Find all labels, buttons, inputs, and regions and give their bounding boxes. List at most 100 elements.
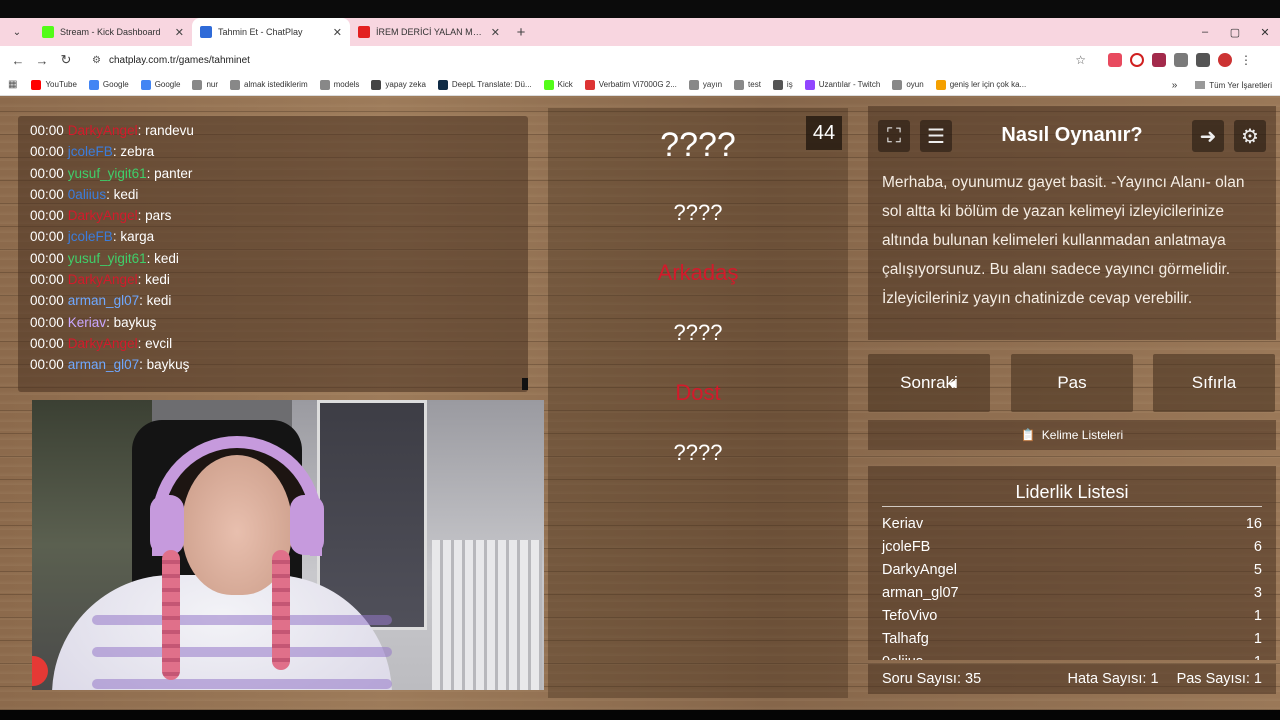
bookmark-item[interactable]: Google bbox=[88, 79, 129, 90]
tab-close-icon[interactable]: ✕ bbox=[491, 26, 500, 39]
bookmark-item[interactable]: oyun bbox=[892, 79, 924, 90]
how-to-play-panel: ⛶ ☰ Nasıl Oynanır? ➜ ⚙ Merhaba, oyunumuz… bbox=[868, 106, 1276, 340]
browser-tab[interactable]: Tahmin Et - ChatPlay ✕ bbox=[192, 18, 350, 46]
browser-tab[interactable]: İREM DERİCİ YALAN MAKİNESİ ✕ bbox=[350, 18, 508, 46]
leaderboard-name: Talhafg bbox=[882, 631, 929, 647]
bookmark-label: Google bbox=[154, 80, 181, 89]
document-icon[interactable]: ☰ bbox=[920, 120, 952, 152]
window-controls: – ▢ ✕ bbox=[1190, 18, 1280, 46]
word-lists-button[interactable]: 📋 Kelime Listeleri bbox=[868, 420, 1276, 450]
bookmark-icon bbox=[140, 79, 151, 90]
chat-text: : kedi bbox=[106, 186, 139, 202]
bookmark-icon bbox=[31, 79, 42, 90]
leaderboard-row: jcoleFB 6 bbox=[868, 536, 1276, 559]
bookmark-star-icon[interactable]: ☆ bbox=[1075, 53, 1086, 67]
extensions-puzzle-icon[interactable] bbox=[1196, 53, 1210, 67]
leaderboard-name: Keriav bbox=[882, 516, 924, 532]
chat-username: DarkyAngel bbox=[67, 123, 138, 138]
chat-text: : pars bbox=[137, 208, 172, 224]
bookmark-item[interactable]: test bbox=[734, 79, 761, 90]
chat-text: : panter bbox=[146, 165, 193, 181]
tab-title: İREM DERİCİ YALAN MAKİNESİ bbox=[376, 27, 487, 37]
bookmark-item[interactable]: Kick bbox=[543, 79, 573, 90]
reload-icon[interactable]: ↻ bbox=[54, 48, 78, 72]
leaderboard-name: TefoVivo bbox=[882, 608, 938, 624]
profile-avatar[interactable] bbox=[1218, 53, 1232, 67]
chat-panel: 00:00 DarkyAngel: randevu 00:00 jcoleFB: ze… bbox=[18, 116, 528, 392]
sweater-stripe bbox=[92, 679, 392, 689]
bookmark-label: iş bbox=[786, 80, 793, 89]
maximize-icon[interactable]: ▢ bbox=[1220, 18, 1250, 46]
bookmark-item[interactable]: yayın bbox=[688, 79, 722, 90]
word-slot: Dost bbox=[675, 380, 721, 405]
bookmark-label: Verbatim Vi7000G 2... bbox=[598, 80, 677, 89]
extension-icon[interactable] bbox=[1174, 53, 1188, 67]
leaderboard-row: 0aliius 1 bbox=[868, 651, 1276, 660]
url-input[interactable]: ⚙ chatplay.com.tr/games/tahminet ☆ bbox=[84, 49, 1094, 71]
bookmark-item[interactable]: geniş ler için çok ka... bbox=[935, 79, 1026, 90]
chat-username: arman_gl07 bbox=[67, 293, 140, 309]
tab-search-icon[interactable]: ⌄ bbox=[0, 18, 34, 46]
chat-time: 00:00 bbox=[30, 357, 64, 373]
back-icon[interactable]: ← bbox=[6, 48, 30, 72]
tab-bar: ⌄ Stream - Kick Dashboard ✕ Tahmin Et - Ch… bbox=[0, 18, 1280, 46]
pass-button[interactable]: Pas bbox=[1011, 354, 1133, 412]
word-slot: ???? bbox=[673, 320, 723, 345]
all-bookmarks[interactable]: » Tüm Yer İşaretleri bbox=[1172, 74, 1272, 95]
chat-time: 00:00 bbox=[30, 186, 64, 202]
chat-list: 00:00 DarkyAngel: randevu 00:00 jcoleFB: ze… bbox=[30, 120, 516, 376]
bookmark-item[interactable]: YouTube bbox=[31, 79, 77, 90]
chat-message: 00:00 yusuf_yigit61: kedi bbox=[30, 248, 516, 269]
bookmark-item[interactable]: models bbox=[319, 79, 359, 90]
close-window-icon[interactable]: ✕ bbox=[1250, 18, 1280, 46]
leaderboard-row: TefoVivo 1 bbox=[868, 605, 1276, 628]
bookmark-item[interactable]: iş bbox=[772, 79, 793, 90]
chat-text: : kedi bbox=[139, 293, 172, 309]
extension-icon[interactable] bbox=[1130, 53, 1144, 67]
bookmark-item[interactable]: DeepL Translate: Dü... bbox=[437, 79, 532, 90]
forward-icon[interactable]: → bbox=[30, 48, 54, 72]
bookmark-icon bbox=[734, 79, 745, 90]
bookmark-icon bbox=[543, 79, 554, 90]
word-slot: ???? bbox=[673, 200, 723, 225]
leaderboard-name: arman_gl07 bbox=[882, 585, 959, 601]
fullscreen-icon[interactable]: ⛶ bbox=[878, 120, 910, 152]
chat-scrollbar[interactable] bbox=[522, 378, 528, 390]
bookmark-icon bbox=[688, 79, 699, 90]
cam-braid bbox=[162, 550, 180, 680]
bookmark-item[interactable]: almak istediklerim bbox=[230, 79, 308, 90]
browser-tab[interactable]: Stream - Kick Dashboard ✕ bbox=[34, 18, 192, 46]
minimize-icon[interactable]: – bbox=[1190, 18, 1220, 46]
settings-gear-icon[interactable]: ⚙ bbox=[1234, 120, 1266, 152]
bookmark-label: nur bbox=[206, 80, 219, 89]
browser-menu-icon[interactable]: ⋮ bbox=[1240, 53, 1252, 67]
bookmark-item[interactable]: nur bbox=[192, 79, 219, 90]
tab-close-icon[interactable]: ✕ bbox=[333, 26, 342, 39]
tab-close-icon[interactable]: ✕ bbox=[175, 26, 184, 39]
chat-username: DarkyAngel bbox=[67, 272, 138, 288]
extension-icon[interactable] bbox=[1108, 53, 1122, 67]
exit-icon[interactable]: ➜ bbox=[1192, 120, 1224, 152]
extension-icon[interactable] bbox=[1152, 53, 1166, 67]
bookmark-item[interactable]: Google bbox=[140, 79, 181, 90]
bookmark-item[interactable]: Verbatim Vi7000G 2... bbox=[584, 79, 677, 90]
chat-message: 00:00 0aliius: kedi bbox=[30, 184, 516, 205]
chat-message: 00:00 DarkyAngel: pars bbox=[30, 205, 516, 226]
clipboard-icon: 📋 bbox=[1020, 428, 1036, 442]
next-button[interactable]: Sonraki bbox=[868, 354, 990, 412]
cam-radiator bbox=[432, 540, 542, 690]
chat-username: DarkyAngel bbox=[67, 335, 138, 351]
reset-button[interactable]: Sıfırla bbox=[1153, 354, 1275, 412]
more-bookmarks-icon[interactable]: » bbox=[1172, 80, 1178, 91]
game-page: 00:00 DarkyAngel: randevu 00:00 jcoleFB: ze… bbox=[0, 96, 1280, 710]
chat-time: 00:00 bbox=[30, 250, 64, 266]
apps-grid-icon[interactable]: ▦ bbox=[8, 79, 17, 90]
bookmark-item[interactable]: Uzantılar - Twitch bbox=[804, 79, 880, 90]
chat-text: : zebra bbox=[112, 144, 155, 160]
chat-message: 00:00 yusuf_yigit61: panter bbox=[30, 163, 516, 184]
bookmark-icon bbox=[892, 79, 903, 90]
new-tab-button[interactable]: + bbox=[508, 18, 534, 46]
bookmark-item[interactable]: yapay zeka bbox=[371, 79, 426, 90]
site-info-icon[interactable]: ⚙ bbox=[92, 55, 101, 66]
leaderboard-score: 1 bbox=[1254, 651, 1262, 660]
